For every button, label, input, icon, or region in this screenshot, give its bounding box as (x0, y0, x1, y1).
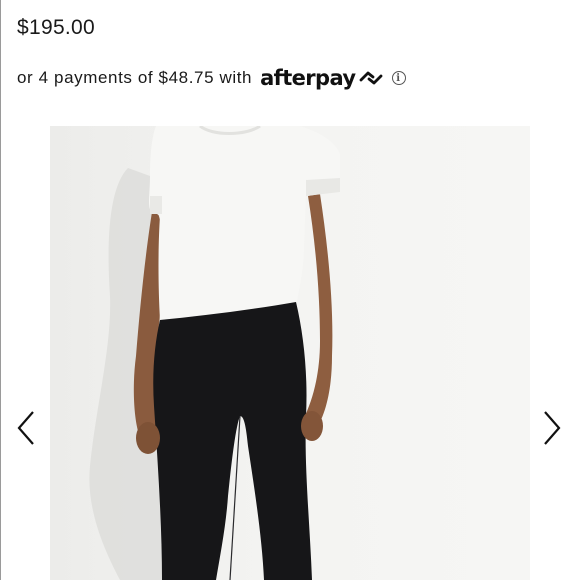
left-border (0, 0, 1, 580)
afterpay-arrows-icon (358, 69, 384, 87)
afterpay-logo[interactable]: afterpay (260, 66, 383, 90)
chevron-right-icon (544, 411, 561, 445)
afterpay-installments: or 4 payments of $48.75 with afterpay i (17, 66, 406, 90)
installments-text: or 4 payments of $48.75 with (17, 68, 253, 87)
product-photo (50, 126, 530, 580)
afterpay-logo-text: afterpay (260, 66, 356, 90)
info-icon[interactable]: i (391, 71, 406, 85)
product-price: $195.00 (17, 16, 96, 39)
product-image-gallery[interactable] (50, 126, 530, 580)
gallery-next-button[interactable] (540, 408, 564, 448)
chevron-left-icon (17, 411, 34, 445)
gallery-prev-button[interactable] (14, 408, 38, 448)
